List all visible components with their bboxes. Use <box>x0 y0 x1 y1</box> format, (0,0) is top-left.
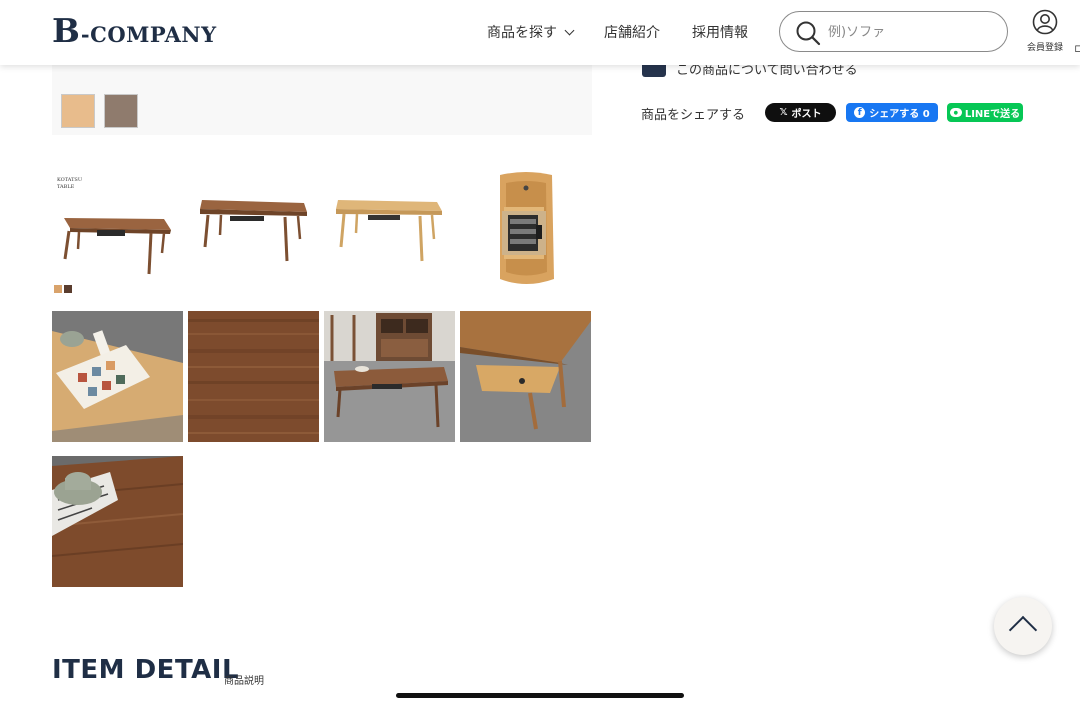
nav-find-products-label: 商品を探す <box>487 25 557 41</box>
login-link-cutoff[interactable]: ロ <box>1074 42 1080 52</box>
thumbnail-walnut-grain[interactable] <box>188 311 319 442</box>
color-swatch-natural[interactable] <box>61 94 95 128</box>
scroll-to-top-button[interactable] <box>994 597 1052 655</box>
user-icon <box>1032 9 1058 35</box>
member-register-link[interactable]: 会員登録 <box>1024 9 1066 53</box>
facebook-share-button[interactable]: f シェアする 0 <box>846 103 938 122</box>
walnut-grain-image <box>188 311 319 442</box>
search-input[interactable] <box>828 21 998 43</box>
kotatsu-caption-line1: KOTATSU <box>57 177 82 183</box>
x-post-button[interactable]: 𝕏 ポスト <box>765 103 836 122</box>
logo-mark: B <box>52 11 80 50</box>
nav-find-products[interactable]: 商品を探す <box>487 22 575 42</box>
room-scene-image <box>324 311 455 442</box>
nav-store-intro[interactable]: 店舗紹介 <box>604 22 660 42</box>
kotatsu-table-natural-image <box>324 167 455 298</box>
item-detail-heading: ITEM DETAIL <box>52 655 240 685</box>
thumbnail-cup-on-table[interactable] <box>52 456 183 587</box>
thumbnail-tabletop-magazine[interactable] <box>52 311 183 442</box>
kotatsu-table-walnut-side-image <box>188 167 319 298</box>
thumbnail-kotatsu-underside[interactable] <box>460 167 591 298</box>
corner-detail-image <box>460 311 591 442</box>
line-share-label: LINEで送る <box>964 109 1021 120</box>
chevron-down-icon <box>564 25 575 36</box>
logo-text: -COMPANY <box>80 22 217 47</box>
tabletop-magazine-image <box>52 311 183 442</box>
mail-icon <box>642 65 666 77</box>
search-icon[interactable] <box>795 20 821 46</box>
inquiry-label: この商品について問い合わせる <box>676 65 858 77</box>
x-logo-icon: 𝕏 <box>779 107 788 118</box>
product-inquiry-link[interactable]: この商品について問い合わせる <box>642 65 858 77</box>
nav-recruit[interactable]: 採用情報 <box>692 22 748 42</box>
chevron-up-icon <box>1008 615 1038 645</box>
facebook-icon: f <box>854 107 866 118</box>
thumbnail-kotatsu-walnut[interactable]: KOTATSU TABLE <box>52 167 183 298</box>
search-box <box>779 11 1008 52</box>
thumbnail-room-scene[interactable] <box>324 311 455 442</box>
thumbnail-kotatsu-walnut-side[interactable] <box>188 167 319 298</box>
cup-on-table-image <box>52 456 183 587</box>
site-header: B -COMPANY 商品を探す 店舗紹介 採用情報 会員登録 ロ <box>0 0 1080 65</box>
line-share-button[interactable]: ● LINEで送る <box>947 103 1023 122</box>
brand-logo[interactable]: B -COMPANY <box>52 14 217 48</box>
color-swatch-brown[interactable] <box>104 94 138 128</box>
color-swatch-panel <box>52 65 592 135</box>
home-indicator-bar[interactable] <box>396 693 684 698</box>
kotatsu-underside-image <box>460 167 591 298</box>
thumbnail-corner-detail[interactable] <box>460 311 591 442</box>
thumbnail-kotatsu-natural[interactable] <box>324 167 455 298</box>
kotatsu-caption-line2: TABLE <box>57 184 75 190</box>
share-label: 商品をシェアする <box>641 108 746 123</box>
line-icon: ● <box>949 108 962 117</box>
x-post-label: ポスト <box>791 109 822 120</box>
kotatsu-table-walnut-image: KOTATSU TABLE <box>52 167 183 298</box>
facebook-share-label: シェアする 0 <box>869 109 930 120</box>
member-register-label: 会員登録 <box>1026 43 1063 53</box>
item-detail-subheading: 商品説明 <box>224 676 264 687</box>
